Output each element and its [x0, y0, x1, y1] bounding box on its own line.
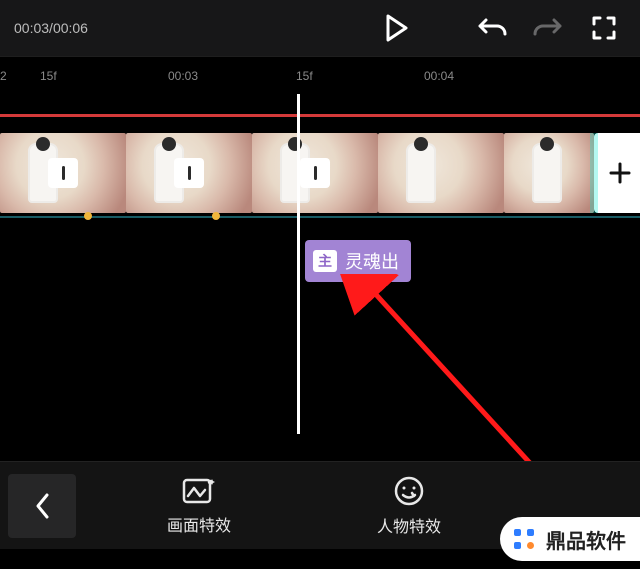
playhead[interactable]	[297, 94, 300, 434]
keyframe-marker[interactable]	[84, 212, 92, 220]
top-toolbar: 00:03/00:06	[0, 0, 640, 56]
ruler-tick: 00:03	[168, 69, 296, 83]
clip-transition-handle[interactable]	[174, 158, 204, 188]
plus-icon	[607, 160, 633, 186]
fullscreen-button[interactable]	[576, 4, 632, 52]
video-clip[interactable]	[0, 133, 126, 213]
play-button[interactable]	[368, 4, 424, 52]
track-divider-top	[0, 114, 640, 117]
effect-badge: 主	[313, 250, 337, 272]
person-effects-label: 人物特效	[377, 513, 441, 537]
ruler-tick: 15f	[40, 69, 168, 83]
video-clip[interactable]	[126, 133, 252, 213]
video-track[interactable]	[0, 132, 640, 214]
effect-track[interactable]: 主 灵魂出	[305, 240, 411, 282]
ruler-tick: 00:04	[424, 69, 552, 83]
redo-button	[520, 4, 576, 52]
picture-effects-label: 画面特效	[167, 512, 231, 536]
keyframe-marker[interactable]	[212, 212, 220, 220]
watermark-logo-icon	[510, 525, 538, 553]
watermark-text: 鼎品软件	[546, 525, 626, 554]
person-effects-button[interactable]: 人物特效	[334, 475, 484, 537]
total-time: 00:06	[53, 20, 88, 36]
effect-label: 灵魂出	[345, 248, 399, 274]
video-clip[interactable]	[252, 133, 378, 213]
timeline[interactable]: 主 灵魂出	[0, 94, 640, 434]
undo-button[interactable]	[464, 4, 520, 52]
video-clip[interactable]	[378, 133, 504, 213]
timeline-ruler[interactable]: 2 15f 00:03 15f 00:04	[0, 56, 640, 94]
current-time: 00:03	[14, 20, 49, 36]
person-effects-icon	[393, 475, 425, 507]
effect-clip[interactable]: 主 灵魂出	[305, 240, 411, 282]
add-clip-button[interactable]	[594, 133, 640, 213]
track-divider-bottom	[0, 216, 640, 218]
back-button[interactable]	[8, 474, 76, 538]
watermark: 鼎品软件	[500, 517, 640, 561]
ruler-tick: 2	[0, 69, 40, 83]
playback-time: 00:03/00:06	[8, 20, 88, 36]
clip-transition-handle[interactable]	[48, 158, 78, 188]
ruler-tick: 15f	[296, 69, 424, 83]
video-clip[interactable]	[504, 133, 594, 213]
picture-effects-button[interactable]: 画面特效	[124, 476, 274, 536]
picture-effects-icon	[182, 476, 216, 506]
clip-transition-handle[interactable]	[300, 158, 330, 188]
